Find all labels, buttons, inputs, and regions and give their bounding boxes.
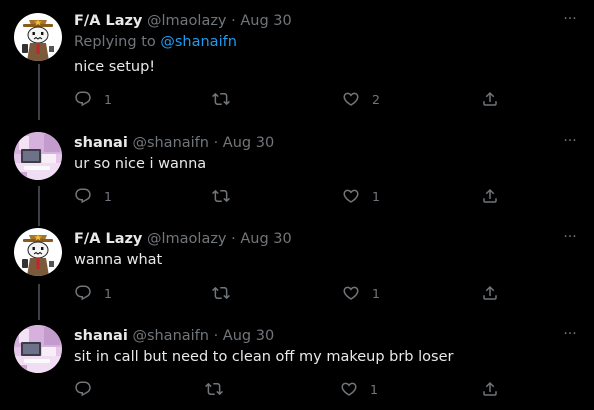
display-name[interactable]: shanai [74, 135, 128, 151]
display-name[interactable]: F/A Lazy [74, 231, 142, 247]
replying-to-line: Replying to @shanaifn [74, 32, 237, 52]
retweet-button[interactable] [212, 88, 242, 110]
tweet-header: F/A Lazy @lmaolazy · Aug 30 [74, 228, 292, 250]
avatar[interactable] [14, 13, 62, 61]
reply-icon [74, 90, 92, 108]
retweet-icon [212, 284, 230, 302]
timestamp[interactable]: Aug 30 [240, 231, 291, 247]
timestamp[interactable]: Aug 30 [223, 135, 274, 151]
retweet-icon [205, 380, 223, 398]
user-handle[interactable]: @lmaolazy [147, 13, 227, 29]
tweet-header: F/A Lazy @lmaolazy · Aug 30 [74, 10, 292, 32]
heart-icon [342, 187, 360, 205]
avatar[interactable] [14, 132, 62, 180]
like-count: 2 [372, 91, 380, 107]
like-count: 1 [372, 188, 380, 204]
heart-icon [342, 90, 360, 108]
retweet-button[interactable] [205, 378, 235, 400]
pink-setup-photo-avatar [14, 325, 62, 373]
reply-count: 1 [104, 91, 112, 107]
heart-icon [340, 380, 358, 398]
tweet-text: ur so nice i wanna [74, 156, 207, 172]
avatar[interactable] [14, 228, 62, 276]
thread-connector-line [38, 64, 40, 120]
retweet-icon [212, 90, 230, 108]
reply-icon [74, 187, 92, 205]
share-button[interactable] [481, 378, 499, 400]
display-name[interactable]: shanai [74, 328, 128, 344]
reply-button[interactable]: 1 [74, 88, 112, 110]
separator-dot: · [213, 328, 219, 344]
tweet-text: wanna what [74, 252, 163, 268]
more-options-icon[interactable]: ··· [556, 10, 584, 28]
share-icon [481, 90, 499, 108]
tweet-text: nice setup! [74, 59, 156, 75]
reply-button[interactable] [74, 378, 104, 400]
like-count: 1 [370, 381, 378, 397]
reply-count: 1 [104, 285, 112, 301]
tweet-thread: F/A Lazy @lmaolazy · Aug 30 ··· Replying… [0, 0, 594, 410]
separator-dot: · [213, 135, 219, 151]
share-icon [481, 284, 499, 302]
like-button[interactable]: 1 [342, 282, 380, 304]
separator-dot: · [231, 13, 236, 29]
retweet-button[interactable] [212, 185, 242, 207]
reply-button[interactable]: 1 [74, 282, 112, 304]
cartoon-cowboy-avatar [14, 13, 62, 61]
like-button[interactable]: 1 [340, 378, 378, 400]
thread-connector-line [38, 186, 40, 226]
share-icon [481, 187, 499, 205]
reply-button[interactable]: 1 [74, 185, 112, 207]
user-handle[interactable]: @lmaolazy [147, 231, 227, 247]
like-button[interactable]: 1 [342, 185, 380, 207]
heart-icon [342, 284, 360, 302]
like-button[interactable]: 2 [342, 88, 380, 110]
more-options-icon[interactable]: ··· [556, 325, 584, 343]
share-button[interactable] [481, 282, 499, 304]
reply-icon [74, 380, 92, 398]
thread-connector-line [38, 284, 40, 320]
pink-setup-photo-avatar [14, 132, 62, 180]
user-handle[interactable]: @shanaifn [132, 328, 209, 344]
timestamp[interactable]: Aug 30 [223, 328, 274, 344]
reply-icon [74, 284, 92, 302]
more-options-icon[interactable]: ··· [556, 132, 584, 150]
avatar[interactable] [14, 325, 62, 373]
tweet-text: sit in call but need to clean off my mak… [74, 349, 454, 365]
user-handle[interactable]: @shanaifn [132, 135, 209, 151]
display-name[interactable]: F/A Lazy [74, 13, 142, 29]
share-button[interactable] [481, 88, 499, 110]
share-button[interactable] [481, 185, 499, 207]
tweet-header: shanai @shanaifn · Aug 30 [74, 325, 274, 347]
timestamp[interactable]: Aug 30 [240, 13, 291, 29]
replying-to-label: Replying to [74, 34, 156, 50]
retweet-button[interactable] [212, 282, 242, 304]
retweet-icon [212, 187, 230, 205]
replying-to-handle-link[interactable]: @shanaifn [160, 34, 237, 50]
reply-count: 1 [104, 188, 112, 204]
more-options-icon[interactable]: ··· [556, 228, 584, 246]
share-icon [481, 380, 499, 398]
like-count: 1 [372, 285, 380, 301]
cartoon-cowboy-avatar [14, 228, 62, 276]
tweet-header: shanai @shanaifn · Aug 30 [74, 132, 274, 154]
separator-dot: · [231, 231, 236, 247]
